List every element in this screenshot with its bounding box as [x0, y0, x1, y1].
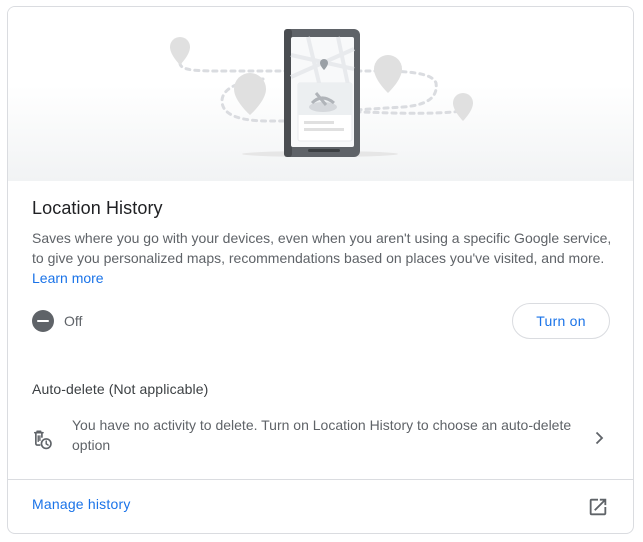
manage-history-link[interactable]: Manage history — [32, 496, 131, 512]
learn-more-link[interactable]: Learn more — [32, 270, 104, 286]
footer-divider — [8, 479, 633, 480]
open-in-new-icon[interactable] — [587, 496, 609, 518]
status-text: Off — [64, 313, 83, 329]
auto-delete-message: You have no activity to delete. Turn on … — [72, 417, 572, 453]
page-title: Location History — [32, 198, 163, 218]
location-history-card: Location History Saves where you go with… — [7, 6, 634, 534]
status-indicator: Off — [32, 309, 82, 333]
auto-delete-icon — [33, 430, 52, 450]
chevron-right-icon — [595, 431, 604, 445]
description: Saves where you go with your devices, ev… — [32, 228, 612, 288]
do-not-disturb-icon — [32, 310, 54, 332]
map-illustration — [170, 29, 473, 157]
auto-delete-heading: Auto-delete (Not applicable) — [32, 381, 209, 397]
description-text: Saves where you go with your devices, ev… — [32, 230, 612, 266]
auto-delete-row[interactable]: You have no activity to delete. Turn on … — [8, 407, 633, 467]
turn-on-button[interactable]: Turn on — [512, 303, 610, 339]
hero-illustration — [8, 7, 633, 181]
